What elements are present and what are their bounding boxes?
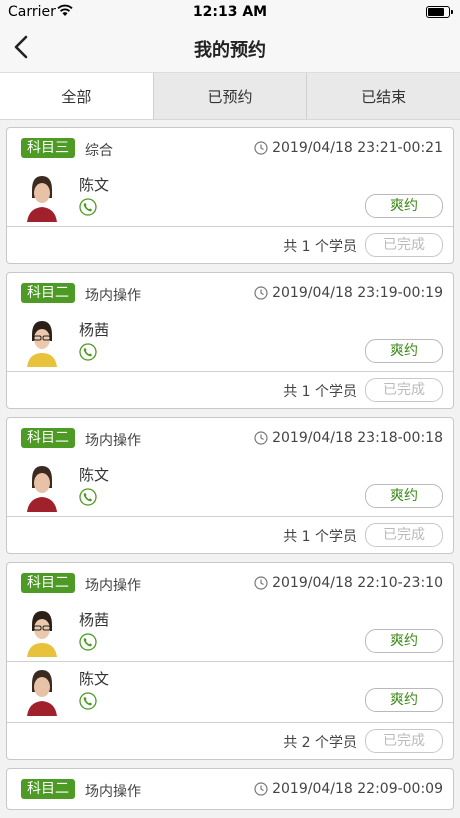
appointment-card: 科目二 场内操作 2019/04/18 22:10-23:10 杨茜 爽约 陈文… — [6, 562, 454, 760]
no-show-button[interactable]: 爽约 — [365, 339, 443, 363]
time-range: 2019/04/18 23:21-00:21 — [272, 140, 443, 156]
no-show-button[interactable]: 爽约 — [365, 629, 443, 653]
student-count: 共 2 个学员 — [283, 735, 357, 751]
appointment-card: 科目二 场内操作 2019/04/18 22:09-00:09 — [6, 768, 454, 810]
student-count: 共 1 个学员 — [283, 529, 357, 545]
student-row: 杨茜 爽约 — [7, 603, 453, 662]
student-name: 陈文 — [79, 176, 110, 194]
student-avatar — [23, 666, 61, 716]
clock-icon — [254, 431, 268, 445]
student-row: 陈文 爽约 — [7, 168, 453, 227]
student-row: 陈文 爽约 — [7, 662, 453, 723]
clock-icon — [254, 286, 268, 300]
card-header: 科目二 场内操作 2019/04/18 22:10-23:10 — [7, 563, 453, 603]
subject-badge: 科目二 — [21, 779, 75, 799]
appointment-card: 科目二 场内操作 2019/04/18 23:18-00:18 陈文 爽约 共 … — [6, 417, 454, 554]
appointment-card: 科目三 综合 2019/04/18 23:21-00:21 陈文 爽约 共 1 … — [6, 127, 454, 264]
appointment-time: 2019/04/18 23:21-00:21 — [254, 140, 443, 156]
student-count: 共 1 个学员 — [283, 239, 357, 255]
clock-label: 12:13 AM — [192, 4, 268, 20]
student-name: 陈文 — [79, 670, 110, 688]
clock-icon — [254, 141, 268, 155]
time-range: 2019/04/18 23:19-00:19 — [272, 285, 443, 301]
completed-status: 已完成 — [365, 233, 443, 257]
subject-badge: 科目三 — [21, 138, 75, 158]
course-type: 场内操作 — [85, 433, 141, 449]
tab-finished[interactable]: 已结束 — [306, 73, 460, 119]
appointment-card: 科目二 场内操作 2019/04/18 23:19-00:19 杨茜 爽约 共 … — [6, 272, 454, 409]
no-show-button[interactable]: 爽约 — [365, 194, 443, 218]
no-show-button[interactable]: 爽约 — [365, 484, 443, 508]
student-avatar — [23, 172, 61, 222]
appointment-time: 2019/04/18 22:10-23:10 — [254, 575, 443, 591]
filter-tabs: 全部 已预约 已结束 — [0, 73, 460, 120]
appointment-time: 2019/04/18 22:09-00:09 — [254, 781, 443, 797]
student-avatar — [23, 317, 61, 367]
phone-icon[interactable] — [79, 198, 97, 216]
tab-label: 已结束 — [361, 87, 407, 106]
course-type: 场内操作 — [85, 578, 141, 594]
course-type: 场内操作 — [85, 784, 141, 800]
phone-icon[interactable] — [79, 488, 97, 506]
no-show-button[interactable]: 爽约 — [365, 688, 443, 712]
card-header: 科目二 场内操作 2019/04/18 23:19-00:19 — [7, 273, 453, 313]
subject-badge: 科目二 — [21, 428, 75, 448]
student-avatar — [23, 607, 61, 657]
completed-status: 已完成 — [365, 729, 443, 753]
student-name: 杨茜 — [79, 321, 110, 339]
student-row: 杨茜 爽约 — [7, 313, 453, 372]
subject-badge: 科目二 — [21, 573, 75, 593]
time-range: 2019/04/18 22:09-00:09 — [272, 781, 443, 797]
completed-status: 已完成 — [365, 523, 443, 547]
tab-all[interactable]: 全部 — [0, 73, 153, 119]
time-range: 2019/04/18 23:18-00:18 — [272, 430, 443, 446]
card-header: 科目二 场内操作 2019/04/18 23:18-00:18 — [7, 418, 453, 458]
student-count: 共 1 个学员 — [283, 384, 357, 400]
card-footer: 共 1 个学员 已完成 — [7, 227, 453, 263]
student-row: 陈文 爽约 — [7, 458, 453, 517]
battery-icon — [426, 6, 453, 18]
card-header: 科目三 综合 2019/04/18 23:21-00:21 — [7, 128, 453, 168]
appointment-time: 2019/04/18 23:19-00:19 — [254, 285, 443, 301]
completed-status: 已完成 — [365, 378, 443, 402]
card-footer: 共 1 个学员 已完成 — [7, 517, 453, 553]
appointment-list: 科目三 综合 2019/04/18 23:21-00:21 陈文 爽约 共 1 … — [0, 120, 460, 810]
back-arrow-icon[interactable] — [10, 34, 36, 60]
appointment-time: 2019/04/18 23:18-00:18 — [254, 430, 443, 446]
student-name: 杨茜 — [79, 611, 110, 629]
card-header: 科目二 场内操作 2019/04/18 22:09-00:09 — [7, 769, 453, 809]
status-bar: Carrier 12:13 AM — [0, 0, 460, 24]
phone-icon[interactable] — [79, 343, 97, 361]
phone-icon[interactable] — [79, 692, 97, 710]
navigation-bar: 我的预约 — [0, 24, 460, 73]
phone-icon[interactable] — [79, 633, 97, 651]
tab-booked[interactable]: 已预约 — [152, 73, 307, 119]
clock-icon — [254, 576, 268, 590]
time-range: 2019/04/18 22:10-23:10 — [272, 575, 443, 591]
course-type: 场内操作 — [85, 288, 141, 304]
page-title: 我的预约 — [194, 40, 266, 61]
card-footer: 共 2 个学员 已完成 — [7, 723, 453, 759]
subject-badge: 科目二 — [21, 283, 75, 303]
student-name: 陈文 — [79, 466, 110, 484]
tab-label: 全部 — [61, 87, 92, 106]
student-avatar — [23, 462, 61, 512]
tab-label: 已预约 — [207, 87, 253, 106]
clock-icon — [254, 782, 268, 796]
card-footer: 共 1 个学员 已完成 — [7, 372, 453, 408]
course-type: 综合 — [85, 143, 113, 159]
